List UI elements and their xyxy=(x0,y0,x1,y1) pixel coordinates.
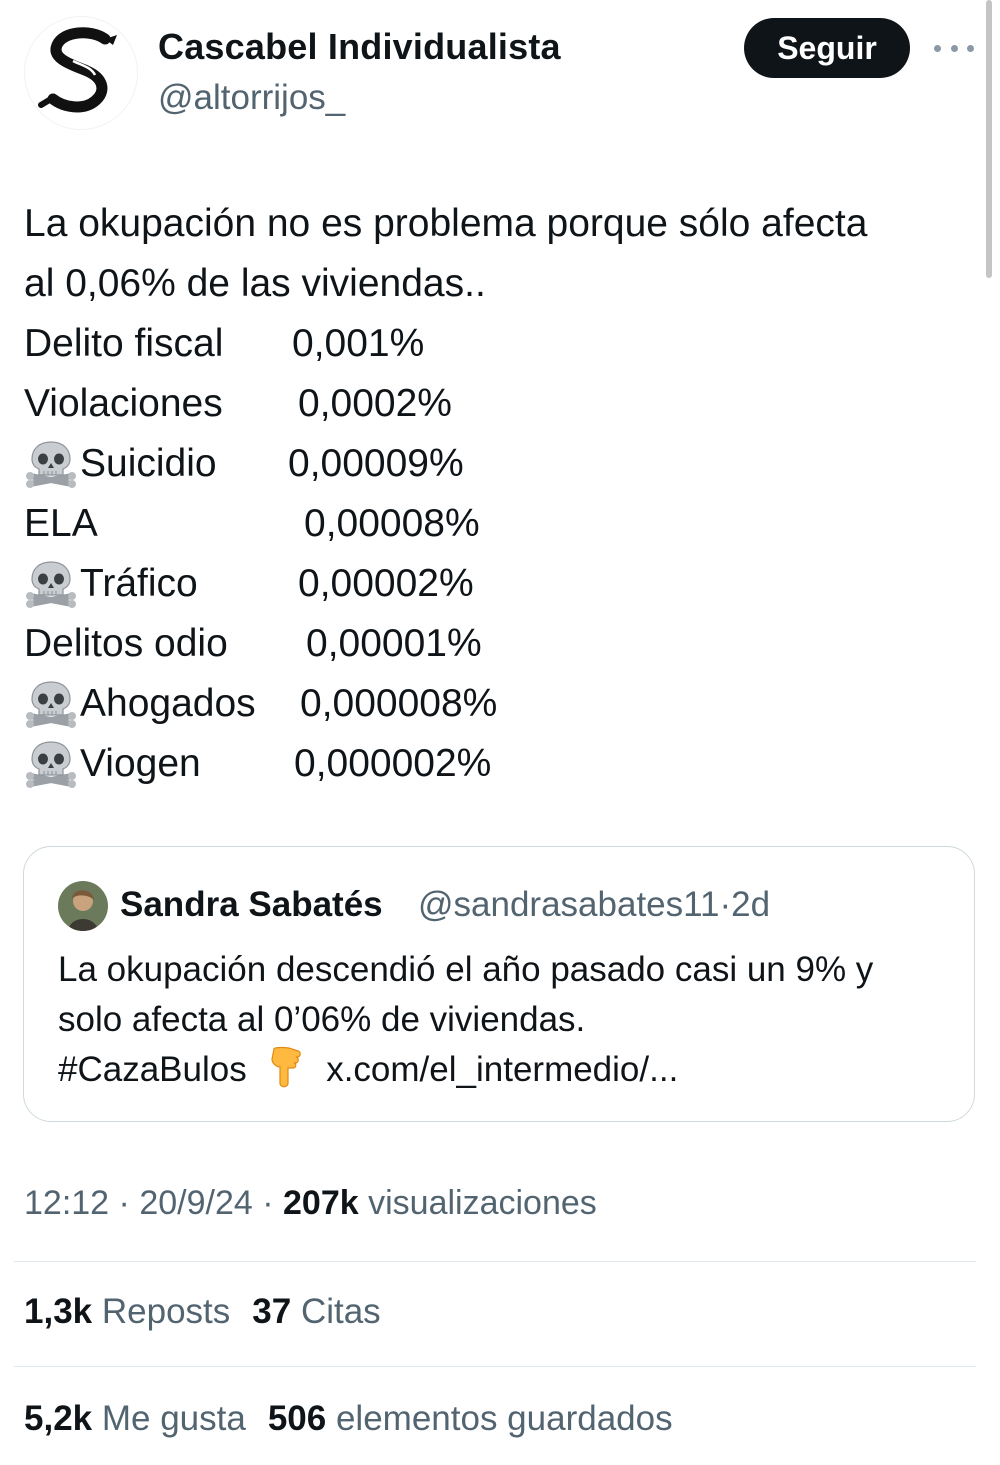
bookmarks-count: 506 xyxy=(267,1399,327,1438)
divider xyxy=(14,1366,976,1367)
quoted-author-avatar[interactable] xyxy=(58,881,108,931)
author-avatar[interactable] xyxy=(24,16,138,130)
bookmarks-label: elementos guardados xyxy=(335,1399,673,1438)
stat-label-text: ELA xyxy=(24,502,98,545)
pointing-down-icon xyxy=(266,1045,306,1089)
stat-value: 0,001% xyxy=(292,322,425,365)
tweet-date[interactable]: 20/9/24 xyxy=(139,1184,252,1222)
quoted-tweet-text: La okupación descendió el año pasado cas… xyxy=(58,945,958,1095)
views-label: visualizaciones xyxy=(368,1184,597,1222)
stat-row: Suicidio 0,00009% xyxy=(24,434,979,494)
skull-crossbones-icon xyxy=(24,434,80,494)
stat-row: Violaciones 0,0002% xyxy=(24,374,979,434)
author-handle[interactable]: @altorrijos_ xyxy=(158,78,345,118)
snake-logo-icon xyxy=(38,27,117,113)
reposts-link[interactable]: 1,3k Reposts xyxy=(24,1292,230,1331)
stat-label: Viogen xyxy=(24,734,201,794)
meta-separator: · xyxy=(118,1184,130,1222)
stat-value: 0,00001% xyxy=(306,622,482,665)
stat-label-text: Violaciones xyxy=(24,382,223,425)
stat-value: 0,000008% xyxy=(300,682,498,725)
stat-label: ELA xyxy=(24,494,98,554)
quoted-tweet-age[interactable]: 2d xyxy=(731,885,770,924)
tweet-intro-line: al 0,06% de las viviendas.. xyxy=(24,262,486,305)
tweet-time[interactable]: 12:12 xyxy=(24,1184,109,1222)
stat-value: 0,000002% xyxy=(294,742,492,785)
stat-label: Tráfico xyxy=(24,554,198,614)
meta-separator: · xyxy=(262,1184,274,1222)
author-display-name[interactable]: Cascabel Individualista xyxy=(158,26,561,68)
external-link[interactable]: x.com/el_intermedio/... xyxy=(326,1050,678,1089)
stat-label-text: Tráfico xyxy=(80,562,198,605)
quotes-count: 37 xyxy=(252,1292,292,1331)
quoted-text-line: solo afecta al 0’06% de viviendas. xyxy=(58,1000,586,1039)
reposts-count: 1,3k xyxy=(24,1292,93,1331)
quoted-author-name[interactable]: Sandra Sabatés xyxy=(120,885,383,925)
tweet-header: Cascabel Individualista @altorrijos_ Seg… xyxy=(0,0,1000,140)
quoted-author-handle[interactable]: @sandrasabates11 xyxy=(418,885,719,924)
meta-separator: · xyxy=(719,885,732,924)
follow-button[interactable]: Seguir xyxy=(744,18,910,78)
skull-crossbones-icon xyxy=(24,734,80,794)
stat-label-text: Delito fiscal xyxy=(24,322,224,365)
stat-row: Tráfico 0,00002% xyxy=(24,554,979,614)
stat-row: Ahogados 0,000008% xyxy=(24,674,979,734)
stats-list: Delito fiscal 0,001% Violaciones 0,0002% Sui… xyxy=(24,314,979,794)
stat-label: Ahogados xyxy=(24,674,256,734)
stat-label-text: Ahogados xyxy=(80,682,256,725)
tweet-intro-line: La okupación no es problema porque sólo … xyxy=(24,202,868,245)
stat-value: 0,00002% xyxy=(298,562,474,605)
divider xyxy=(14,1261,976,1262)
stat-label: Suicidio xyxy=(24,434,217,494)
quotes-link[interactable]: 37 Citas xyxy=(252,1292,380,1331)
quoted-tweet-meta: @sandrasabates11·2d xyxy=(418,885,770,925)
quoted-text-line: La okupación descendió el año pasado cas… xyxy=(58,950,874,989)
likes-bookmarks-row: 5,2k Me gusta 506 elementos guardados xyxy=(24,1399,673,1439)
stat-label-text: Suicidio xyxy=(80,442,217,485)
reposts-label: Reposts xyxy=(101,1292,231,1331)
likes-label: Me gusta xyxy=(101,1399,246,1438)
quoted-tweet-card[interactable]: Sandra Sabatés @sandrasabates11·2d La ok… xyxy=(23,846,975,1122)
quotes-label: Citas xyxy=(300,1292,381,1331)
tweet-text: La okupación no es problema porque sólo … xyxy=(24,194,979,794)
stat-row: ELA 0,00008% xyxy=(24,494,979,554)
stat-label-text: Viogen xyxy=(80,742,201,785)
stat-label: Delitos odio xyxy=(24,614,228,674)
stat-row: Viogen 0,000002% xyxy=(24,734,979,794)
stat-label: Violaciones xyxy=(24,374,223,434)
stat-value: 0,00009% xyxy=(288,442,464,485)
likes-link[interactable]: 5,2k Me gusta xyxy=(24,1399,246,1438)
hashtag-link[interactable]: #CazaBulos xyxy=(58,1050,247,1089)
scrollbar[interactable] xyxy=(986,0,992,278)
stat-label-text: Delitos odio xyxy=(24,622,228,665)
views-count: 207k xyxy=(283,1184,359,1222)
stat-row: Delito fiscal 0,001% xyxy=(24,314,979,374)
stat-row: Delitos odio 0,00001% xyxy=(24,614,979,674)
stat-value: 0,00008% xyxy=(304,502,480,545)
stat-label: Delito fiscal xyxy=(24,314,223,374)
skull-crossbones-icon xyxy=(24,554,80,614)
reposts-quotes-row: 1,3k Reposts 37 Citas xyxy=(24,1292,381,1332)
more-horizontal-icon[interactable] xyxy=(934,30,974,66)
skull-crossbones-icon xyxy=(24,674,80,734)
bookmarks-link[interactable]: 506 elementos guardados xyxy=(268,1399,673,1438)
likes-count: 5,2k xyxy=(24,1399,93,1438)
quoted-text-line: #CazaBulos x.com/el_intermedio/... xyxy=(58,1045,958,1095)
tweet-timestamp: 12:12 · 20/9/24 · 207k visualizaciones xyxy=(24,1184,597,1223)
stat-value: 0,0002% xyxy=(298,382,452,425)
